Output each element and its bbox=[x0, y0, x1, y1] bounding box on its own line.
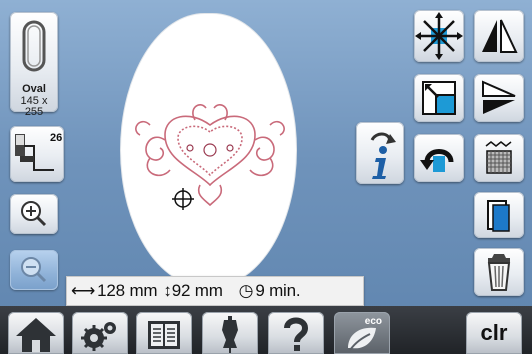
hoop-button[interactable]: Oval 145 x 255 bbox=[10, 12, 58, 118]
dress-form-icon bbox=[222, 316, 238, 353]
book-icon bbox=[148, 321, 180, 349]
design-height: 92 mm bbox=[171, 281, 223, 300]
info-button[interactable] bbox=[356, 122, 404, 184]
presser-foot-number: 26 bbox=[50, 132, 63, 144]
hoop-name: Oval bbox=[22, 83, 46, 95]
clear-label: clr bbox=[480, 320, 508, 345]
move-center-icon bbox=[415, 12, 463, 60]
mirror-vertical-button[interactable] bbox=[474, 74, 524, 122]
zoom-in-icon bbox=[21, 201, 47, 227]
presser-foot-button[interactable]: 26 bbox=[10, 126, 64, 182]
delete-button[interactable] bbox=[474, 248, 524, 296]
home-button[interactable] bbox=[8, 312, 64, 354]
zoom-in-button[interactable] bbox=[10, 194, 58, 234]
rotate-button[interactable] bbox=[414, 134, 464, 182]
resize-button[interactable] bbox=[414, 74, 464, 122]
help-button[interactable] bbox=[268, 312, 324, 354]
eco-button[interactable]: eco bbox=[334, 312, 390, 354]
height-arrow-icon: ↕ bbox=[163, 281, 172, 300]
rotate-icon bbox=[420, 149, 454, 172]
mirror-horizontal-button[interactable] bbox=[474, 10, 524, 62]
creative-consultant-button[interactable] bbox=[202, 312, 258, 354]
pattern-fill-icon bbox=[485, 141, 512, 174]
zoom-out-button[interactable] bbox=[10, 250, 58, 290]
width-arrow-icon: ⟷ bbox=[71, 281, 96, 300]
info-icon bbox=[370, 132, 396, 179]
mirror-vertical-icon bbox=[482, 80, 516, 114]
clear-button[interactable]: clr bbox=[466, 312, 522, 354]
embroidery-hoop-area[interactable] bbox=[121, 14, 296, 286]
delete-icon bbox=[487, 254, 511, 291]
move-center-button[interactable] bbox=[414, 10, 464, 62]
help-icon bbox=[284, 317, 309, 351]
clock-icon: ◷ bbox=[238, 281, 254, 300]
manual-button[interactable] bbox=[136, 312, 192, 354]
home-icon bbox=[16, 318, 56, 352]
zoom-out-icon bbox=[21, 257, 47, 283]
design-width: 128 mm bbox=[97, 281, 158, 300]
eco-label: eco bbox=[364, 316, 382, 327]
design-size-status: ⟷ 128 mm ↕ 92 mm ◷ 9 min. bbox=[66, 276, 364, 306]
resize-icon bbox=[422, 81, 456, 115]
hoop-size: 145 x 255 bbox=[20, 95, 48, 118]
mirror-horizontal-icon bbox=[482, 19, 518, 53]
color-layer-button[interactable] bbox=[474, 192, 524, 238]
settings-icon bbox=[81, 322, 116, 351]
pattern-fill-button[interactable] bbox=[474, 134, 524, 182]
settings-button[interactable] bbox=[72, 312, 128, 354]
stitch-time: 9 min. bbox=[255, 281, 301, 300]
color-layer-icon bbox=[487, 200, 510, 232]
